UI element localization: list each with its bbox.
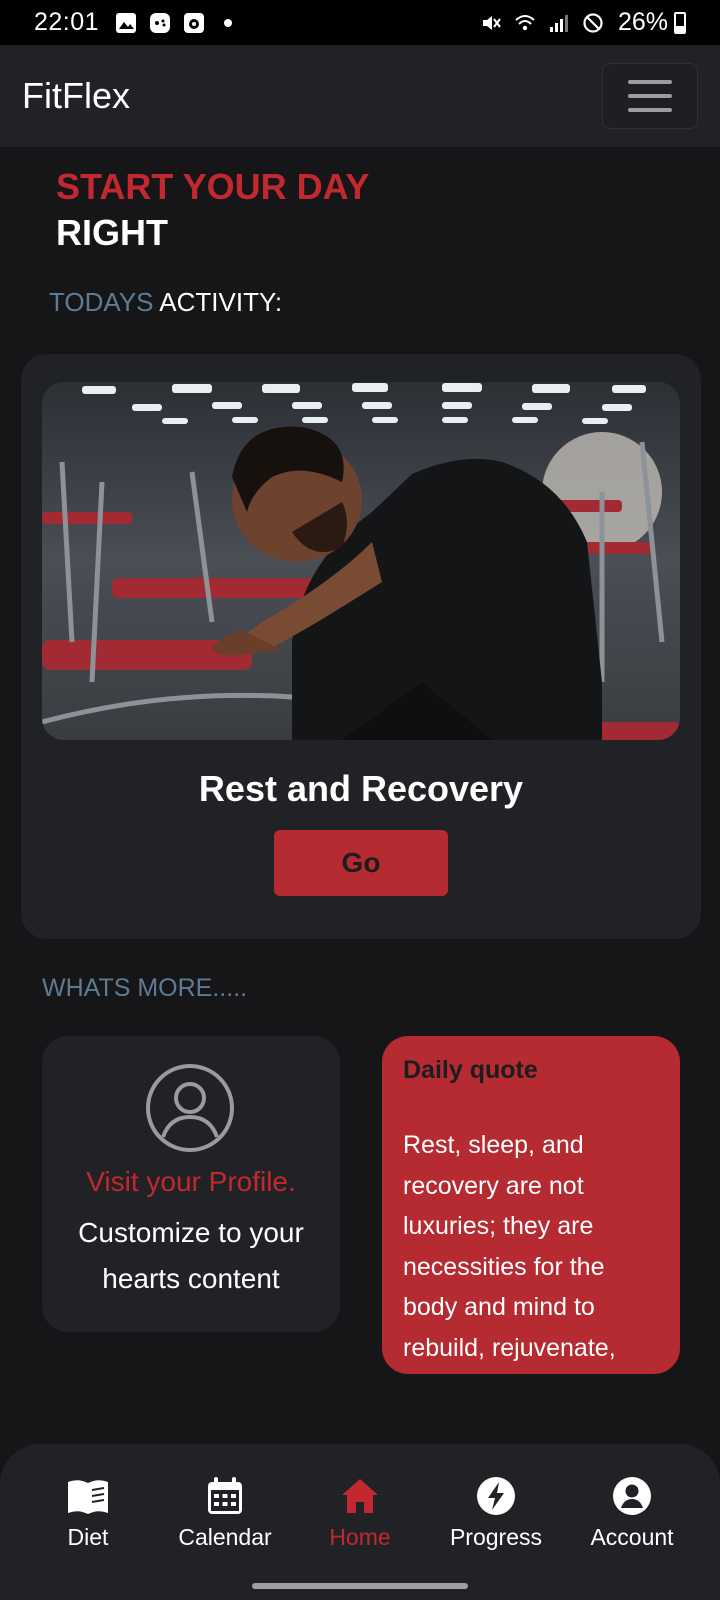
nav-label-calendar: Calendar: [178, 1524, 272, 1550]
account-icon: [613, 1477, 651, 1515]
nav-item-calendar[interactable]: Calendar: [160, 1476, 290, 1551]
todays-activity-heading: TODAYS ACTIVITY:: [49, 287, 282, 318]
bolt-icon: [477, 1477, 515, 1515]
activity-card: Rest and Recovery Go: [21, 354, 701, 939]
nav-item-home[interactable]: Home: [295, 1476, 425, 1551]
nav-label-diet: Diet: [67, 1524, 109, 1550]
gallery-icon: [116, 12, 137, 33]
status-bar: 22:01 26%: [0, 0, 720, 45]
brand-title[interactable]: FitFlex: [22, 75, 130, 117]
visit-profile-link[interactable]: Visit your Profile.: [42, 1166, 340, 1198]
signal-icon: [549, 14, 568, 32]
quote-title: Daily quote: [403, 1056, 538, 1084]
hamburger-menu-button[interactable]: [602, 63, 698, 129]
todays-suffix: ACTIVITY:: [153, 287, 283, 317]
game-icon: [150, 12, 171, 33]
bottom-navigation: Diet Calendar Home Progress Account: [0, 1444, 720, 1600]
hero-line-1: START YOUR DAY: [56, 166, 370, 207]
nav-item-progress[interactable]: Progress: [431, 1476, 561, 1551]
todays-prefix: TODAYS: [49, 287, 154, 317]
home-indicator[interactable]: [252, 1583, 468, 1589]
whats-more-heading: WHATS MORE.....: [42, 974, 248, 1002]
nav-label-account: Account: [590, 1524, 674, 1550]
hero-heading: START YOUR DAY RIGHT: [56, 164, 369, 256]
dnd-icon: [583, 12, 603, 33]
go-button[interactable]: Go: [274, 830, 448, 896]
status-time: 22:01: [34, 8, 100, 36]
gym-photo: [42, 382, 680, 740]
battery-icon: [674, 11, 686, 34]
activity-image: [42, 382, 680, 740]
calendar-icon: [208, 1477, 242, 1514]
dot-icon: [224, 18, 233, 27]
nav-item-account[interactable]: Account: [567, 1476, 697, 1551]
profile-avatar-icon: [146, 1064, 234, 1152]
hero-line-2: RIGHT: [56, 212, 168, 253]
menu-line: [628, 94, 672, 98]
home-icon: [342, 1479, 378, 1513]
wifi-icon: [515, 14, 535, 30]
nav-label-progress: Progress: [449, 1524, 543, 1550]
app-icon: [184, 12, 205, 33]
profile-description: Customize to your hearts content: [78, 1217, 304, 1294]
battery-percent: 26%: [617, 8, 668, 36]
nav-item-diet[interactable]: Diet: [23, 1476, 153, 1551]
mute-icon: [482, 15, 501, 30]
activity-title: Rest and Recovery: [198, 768, 524, 809]
nav-label-home: Home: [329, 1524, 391, 1550]
book-icon: [68, 1480, 108, 1514]
navbar: FitFlex: [0, 45, 720, 147]
menu-line: [628, 80, 672, 84]
menu-line: [628, 108, 672, 112]
daily-quote-card: Daily quote Rest, sleep, and recovery ar…: [382, 1036, 680, 1374]
quote-text: Rest, sleep, and recovery are not luxuri…: [403, 1131, 616, 1362]
profile-card[interactable]: Visit your Profile. Customize to your he…: [42, 1036, 340, 1332]
